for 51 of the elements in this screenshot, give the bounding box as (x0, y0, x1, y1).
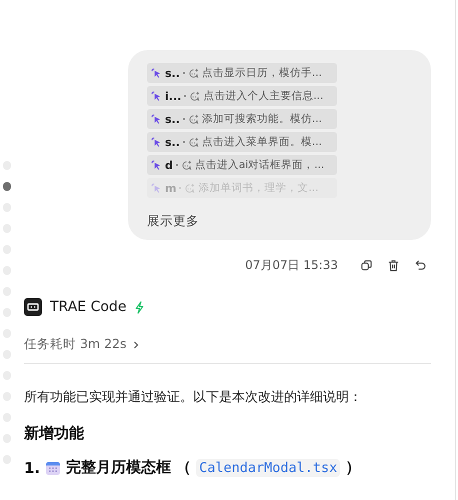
delete-icon[interactable] (387, 259, 400, 272)
separator-dot (182, 141, 185, 143)
chat-icon (188, 114, 199, 124)
agent-name: TRAE Code (50, 299, 126, 315)
calendar-icon (45, 460, 62, 476)
chip-name: s.. (165, 66, 180, 80)
chip-text: 添加可搜索功能。模仿... (202, 112, 322, 126)
chat-icon (188, 136, 199, 148)
undo-icon[interactable] (414, 259, 427, 272)
copy-icon[interactable] (360, 259, 373, 272)
chip-name: m (165, 182, 176, 194)
context-chip[interactable]: i... 点击进入个人主要信息... (147, 86, 337, 106)
chat-icon (188, 68, 199, 78)
chip-text: 点击进入个人主要信息... (203, 89, 324, 103)
chat-icon (184, 182, 196, 194)
chip-name: i... (165, 90, 182, 102)
context-chip[interactable]: s.. 点击显示日历，模仿手... (147, 63, 337, 83)
item-title: 完整月历模态框 (66, 458, 172, 477)
list-number: 1. (24, 458, 40, 476)
timeline-dot[interactable] (2, 182, 12, 190)
context-chip[interactable]: d 点击进入ai对话框界面，... (147, 155, 337, 175)
show-more-button[interactable]: 展示更多 (147, 213, 199, 230)
close-paren: ） (345, 458, 360, 477)
cursor-icon (151, 114, 162, 124)
chat-icon (189, 90, 200, 102)
context-chip[interactable]: s.. 点击进入菜单界面。模... (147, 132, 337, 152)
chip-name: d (165, 158, 173, 172)
chip-name: s.. (165, 112, 180, 126)
cursor-icon (151, 90, 162, 102)
separator-dot (182, 72, 185, 74)
separator-dot (182, 118, 185, 120)
chat-icon (180, 160, 192, 170)
chip-text: 点击进入菜单界面。模... (202, 135, 322, 149)
section-heading: 新增功能 (24, 424, 85, 443)
inline-code: CalendarModal.tsx (196, 458, 340, 476)
context-chip[interactable]: s.. 添加可搜索功能。模仿... (147, 109, 337, 129)
chip-text: 点击进入ai对话框界面，... (194, 158, 324, 172)
open-paren: （ (176, 458, 192, 477)
cursor-icon (151, 68, 162, 78)
chevron-right-icon (132, 340, 140, 350)
cursor-icon (151, 160, 162, 170)
chip-text: 点击显示日历，模仿手... (202, 66, 322, 80)
separator-dot (184, 95, 186, 97)
cursor-icon (151, 182, 162, 194)
timestamp: 07月07日 15:33 (245, 257, 338, 274)
cursor-icon (151, 136, 162, 148)
chip-name: s.. (165, 136, 180, 148)
summary-text: 所有功能已实现并通过验证。以下是本次改进的详细说明： (24, 389, 363, 406)
separator-dot (176, 164, 178, 166)
lightning-icon (134, 300, 146, 314)
robot-icon (24, 298, 42, 316)
